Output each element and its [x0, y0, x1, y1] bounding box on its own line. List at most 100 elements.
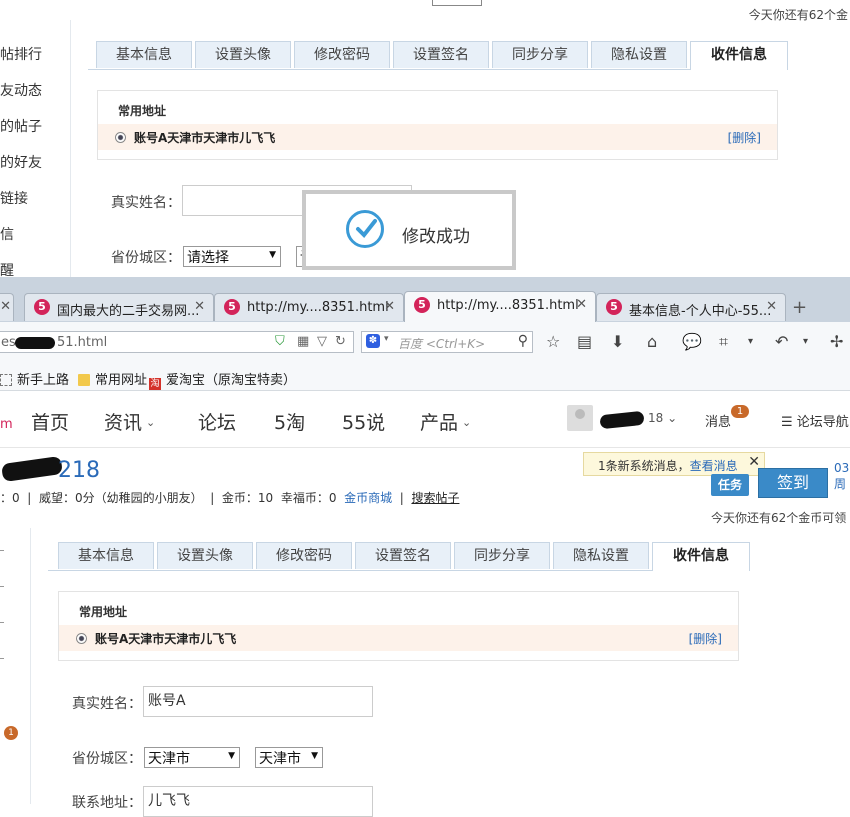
tab-signature[interactable]: 设置签名: [355, 542, 451, 569]
logo-fragment: m: [0, 417, 13, 432]
bookmark-item[interactable]: 新手上路: [0, 369, 69, 388]
page-icon: [0, 374, 12, 386]
close-icon[interactable]: ✕: [766, 299, 777, 314]
reader-icon[interactable]: ▤: [577, 332, 592, 351]
bookmark-item[interactable]: 淘爱淘宝（原淘宝特卖）: [149, 369, 296, 390]
baidu-icon: ✽: [366, 334, 380, 348]
forum-nav-link[interactable]: ☰ 论坛导航: [781, 411, 849, 430]
tab-password[interactable]: 修改密码: [294, 41, 390, 68]
tab-privacy[interactable]: 隐私设置: [553, 542, 649, 569]
nav-products[interactable]: 产品 ⌄: [420, 408, 471, 435]
sidebar-item[interactable]: [0, 622, 4, 623]
tab-basic-info[interactable]: 基本信息: [96, 41, 192, 68]
bookmark-item[interactable]: 常用网址: [78, 369, 147, 388]
url-suffix: 51.html: [57, 335, 108, 350]
nav-5tao[interactable]: 5淘: [274, 408, 305, 435]
sidebar-item[interactable]: 信: [0, 224, 68, 244]
close-icon[interactable]: ✕: [384, 299, 395, 314]
star-icon[interactable]: ☆: [546, 332, 560, 351]
browser-tab-title: http://my....8351.html: [437, 298, 579, 313]
toast-message: 修改成功: [402, 227, 470, 247]
sidebar-item[interactable]: [0, 586, 4, 587]
browser-tab[interactable]: 5 基本信息-个人中心-55... ✕: [596, 293, 786, 321]
shield-icon[interactable]: ⛉: [275, 334, 285, 349]
close-icon[interactable]: ✕: [0, 299, 11, 314]
tab-basic-info[interactable]: 基本信息: [58, 542, 154, 569]
bottom-screenshot: 1 基本信息 设置头像 修改密码 设置签名 同步分享 隐私设置 收件信息 常用地…: [0, 528, 850, 817]
sidebar-item[interactable]: 醒: [0, 260, 68, 277]
messages-link[interactable]: 消息: [705, 411, 731, 430]
site-favicon-icon: 5: [606, 299, 622, 315]
sidebar-item[interactable]: [0, 658, 4, 659]
sidebar-item[interactable]: 的好友: [0, 152, 68, 172]
contact-address-input[interactable]: 儿飞飞: [143, 786, 373, 817]
nav-forum[interactable]: 论坛: [198, 408, 236, 435]
tab-password[interactable]: 修改密码: [256, 542, 352, 569]
refresh-icon[interactable]: ↻: [335, 334, 346, 349]
qr-code-icon[interactable]: ▦: [297, 334, 309, 349]
site-favicon-icon: 5: [414, 297, 430, 313]
tab-shipping-info[interactable]: 收件信息: [652, 542, 750, 571]
chevron-down-icon: ⌄: [462, 416, 472, 429]
undo-icon[interactable]: ↶: [775, 332, 788, 351]
chevron-down-icon[interactable]: ▾: [748, 336, 753, 347]
dropdown-arrow-icon: ▼: [311, 751, 318, 761]
sidebar-item[interactable]: 的帖子: [0, 116, 68, 136]
taobao-icon: 淘: [149, 378, 161, 390]
search-posts-link[interactable]: 搜索帖子: [411, 491, 459, 505]
sidebar-item[interactable]: [0, 550, 4, 551]
address-radio[interactable]: [76, 633, 87, 644]
close-icon[interactable]: ✕: [194, 299, 205, 314]
address-radio[interactable]: [115, 132, 126, 143]
nav-55shuo[interactable]: 55说: [342, 408, 385, 435]
extension-icon[interactable]: ✢: [830, 332, 843, 351]
nav-news[interactable]: 资讯 ⌄: [104, 408, 155, 435]
real-name-input[interactable]: 账号A: [143, 686, 373, 717]
sidebar-item[interactable]: 链接: [0, 188, 68, 208]
avatar[interactable]: [567, 405, 593, 431]
tab-avatar[interactable]: 设置头像: [157, 542, 253, 569]
chevron-down-icon[interactable]: ▾: [384, 334, 389, 344]
address-row[interactable]: 账号A天津市天津市儿飞飞 [删除]: [59, 625, 738, 651]
tab-sync-share[interactable]: 同步分享: [492, 41, 588, 68]
tab-shipping-info[interactable]: 收件信息: [690, 41, 788, 70]
delete-address-link[interactable]: [删除]: [689, 630, 722, 647]
sidebar-item[interactable]: 帖排行: [0, 44, 68, 64]
tab-sync-share[interactable]: 同步分享: [454, 542, 550, 569]
task-button[interactable]: 任务: [711, 474, 749, 496]
city-select[interactable]: 天津市 ▼: [255, 747, 323, 768]
chat-icon[interactable]: 💬: [682, 332, 702, 351]
dropdown-arrow-icon: ▼: [228, 751, 235, 761]
nav-home[interactable]: 首页: [31, 408, 69, 435]
delete-address-link[interactable]: [删除]: [728, 129, 761, 146]
top-screenshot: ▔▔ 今天你还有62个金 帖排行 友动态 的帖子 的好友 链接 信 醒 基本信息…: [0, 0, 850, 277]
view-messages-link[interactable]: 查看消息: [690, 459, 738, 473]
search-icon[interactable]: ⚲: [518, 333, 528, 349]
address-row[interactable]: 账号A天津市天津市儿飞飞 [删除]: [98, 124, 777, 150]
tab-signature[interactable]: 设置签名: [393, 41, 489, 68]
search-box[interactable]: ✽ ▾ 百度 <Ctrl+K> ⚲: [361, 331, 533, 353]
coin-mall-link[interactable]: 金币商城: [344, 491, 392, 505]
new-tab-button[interactable]: +: [792, 297, 807, 318]
chevron-down-icon[interactable]: ▾: [803, 336, 808, 347]
browser-tab-active[interactable]: 5 http://my....8351.html ✕: [404, 291, 596, 322]
bookmarks-bar: 新手上路 常用网址 淘爱淘宝（原淘宝特卖）: [0, 362, 850, 391]
list-icon: ☰: [781, 415, 797, 430]
home-icon[interactable]: ⌂: [647, 332, 657, 351]
browser-tab[interactable]: 5 http://my....8351.html ✕: [214, 293, 404, 321]
redaction-mark: [599, 410, 645, 430]
browser-tab-fragment[interactable]: ✕: [0, 293, 14, 321]
tab-avatar[interactable]: 设置头像: [195, 41, 291, 68]
browser-tab[interactable]: 5 国内最大的二手交易网... ✕: [24, 293, 214, 321]
sign-in-button[interactable]: 签到: [758, 468, 828, 498]
crop-icon[interactable]: ⌗: [719, 332, 728, 352]
dropdown-icon[interactable]: ▽: [317, 334, 327, 349]
download-icon[interactable]: ⬇: [611, 332, 624, 351]
province-select[interactable]: 天津市 ▼: [144, 747, 240, 768]
close-icon[interactable]: ✕: [576, 297, 587, 312]
address-bar[interactable]: ess- 51.html ⛉ ▦ ▽ ↻: [0, 331, 354, 353]
sidebar-item[interactable]: 友动态: [0, 80, 68, 100]
tab-privacy[interactable]: 隐私设置: [591, 41, 687, 68]
username-suffix[interactable]: 18 ⌄: [648, 411, 677, 425]
province-select[interactable]: 请选择 ▼: [183, 246, 281, 267]
